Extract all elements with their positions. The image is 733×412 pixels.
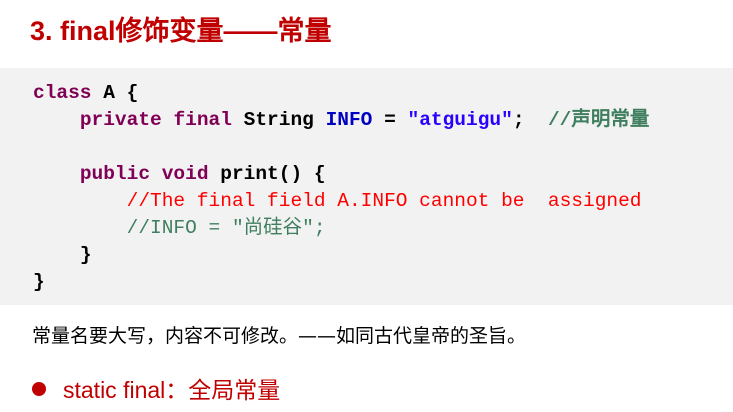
class-close-brace: }: [33, 271, 45, 293]
assign-op: =: [372, 109, 408, 131]
code-line-4: //The final field A.INFO cannot be assig…: [33, 188, 642, 215]
bullet-dot-icon: [32, 382, 46, 396]
code-line-3: public void print() {: [33, 161, 326, 188]
class-declaration: A {: [91, 82, 139, 104]
keyword-public: public: [79, 163, 151, 185]
error-comment: //The final field A.INFO cannot be assig…: [126, 190, 642, 212]
keyword-private: private: [79, 109, 162, 131]
code-line-7: }: [33, 269, 45, 296]
description-text: 常量名要大写，内容不可修改。——如同古代皇帝的圣旨。: [32, 325, 527, 347]
keyword-final: final: [173, 109, 232, 131]
string-literal: "atguigu": [407, 109, 513, 131]
semicolon: ;: [512, 109, 548, 131]
keyword-class: class: [33, 82, 92, 104]
code-line-2: private final String INFO = "atguigu"; /…: [33, 107, 650, 134]
declare-constant-comment: //声明常量: [547, 109, 650, 131]
commented-assignment: //INFO = "尚硅谷";: [126, 217, 326, 239]
code-line-1: class A {: [33, 80, 138, 107]
constant-name: INFO: [325, 109, 373, 131]
code-block: class A { private final String INFO = "a…: [0, 68, 733, 305]
code-line-5: //INFO = "尚硅谷";: [33, 215, 326, 242]
bullet-text: 全局常量: [188, 378, 281, 404]
keyword-void: void: [161, 163, 209, 185]
page-title: 3. final修饰变量——常量: [30, 16, 332, 46]
method-signature: print() {: [208, 163, 326, 185]
method-close-brace: }: [79, 244, 92, 266]
code-line-6: }: [33, 242, 92, 269]
bullet-item: static final：全局常量: [32, 374, 280, 407]
type-string: String: [243, 109, 314, 131]
bullet-label: static final：: [63, 377, 189, 403]
